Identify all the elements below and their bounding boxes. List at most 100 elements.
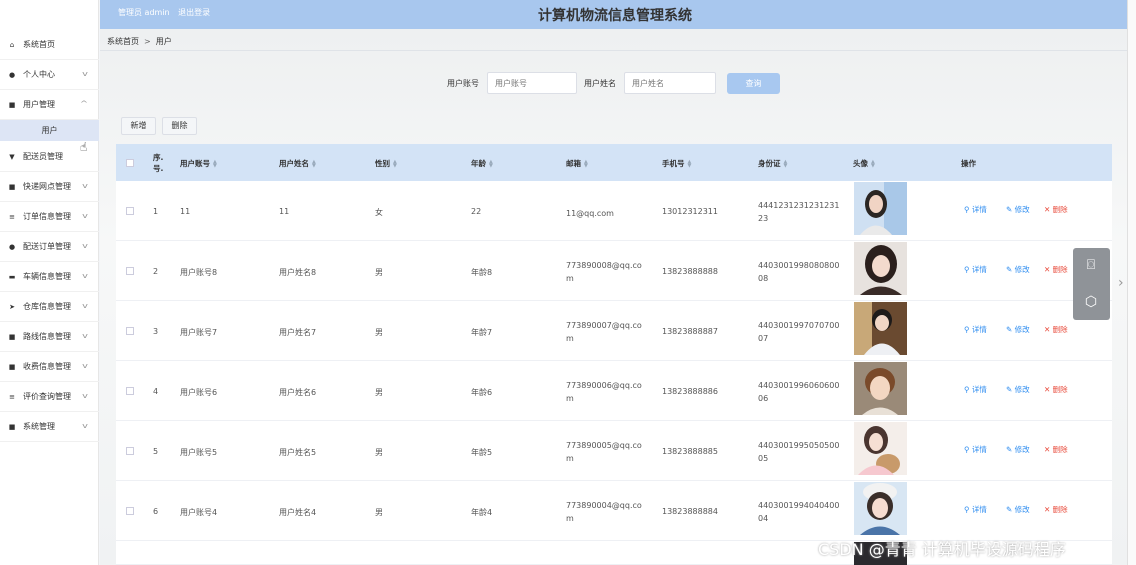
cell-age: 年龄4 xyxy=(471,508,493,517)
search-icon: ⚲ xyxy=(964,325,972,334)
detail-label: 详情 xyxy=(971,445,987,454)
delete-button[interactable]: ✕ 删除 xyxy=(1044,264,1068,275)
delete-label: 删除 xyxy=(1052,505,1068,514)
sidebar-item-vehicle[interactable]: ▬ 车辆信息管理 v xyxy=(0,262,99,292)
row-checkbox[interactable] xyxy=(126,447,134,455)
header-actions: 操作 xyxy=(961,159,976,168)
delete-button[interactable]: ✕ 删除 xyxy=(1044,324,1068,335)
breadcrumb-home[interactable]: 系统首页 xyxy=(107,37,139,46)
sidebar-item-user-mgmt[interactable]: ■ 用户管理 ^ xyxy=(0,90,99,120)
cell-account: 用户账号6 xyxy=(180,388,218,397)
sidebar-item-review[interactable]: ≡ 评价查询管理 v xyxy=(0,382,99,412)
delete-button[interactable]: ✕ 删除 xyxy=(1044,384,1068,395)
edit-button[interactable]: ✎ 修改 xyxy=(1006,504,1030,515)
detail-button[interactable]: ⚲ 详情 xyxy=(964,204,987,215)
avatar xyxy=(854,482,907,535)
detail-button[interactable]: ⚲ 详情 xyxy=(964,384,987,395)
table-row: 5 用户账号5 用户姓名5 男 年龄5 773890005@qq.co m 138… xyxy=(116,421,1112,481)
chevron-down-icon: v xyxy=(82,70,88,78)
cell-age: 年龄8 xyxy=(471,268,493,277)
sidebar-item-order[interactable]: ≡ 订单信息管理 v xyxy=(0,202,99,232)
cell-idcard: 4403001997070700 07 xyxy=(758,319,839,345)
detail-button[interactable]: ⚲ 详情 xyxy=(964,324,987,335)
scrollbar[interactable] xyxy=(1127,0,1136,565)
cell-account: 用户账号5 xyxy=(180,448,218,457)
cell-email: 773890004@qq.co m xyxy=(566,499,642,525)
header-gender[interactable]: 性别 ▲ ▼ xyxy=(375,158,397,169)
sidebar-item-warehouse[interactable]: ➤ 仓库信息管理 v xyxy=(0,292,99,322)
edit-button[interactable]: ✎ 修改 xyxy=(1006,324,1030,335)
sidebar-item-route[interactable]: ■ 路线信息管理 v xyxy=(0,322,99,352)
delete-button[interactable]: ✕ 删除 xyxy=(1044,444,1068,455)
sidebar-item-label: 系统管理 xyxy=(23,422,55,431)
sort-icon: ▲ ▼ xyxy=(871,159,875,169)
cell-name: 用户姓名5 xyxy=(279,448,317,457)
add-button[interactable]: 新增 xyxy=(121,117,156,135)
close-icon: ✕ xyxy=(1044,385,1053,394)
sidebar-item-outlet[interactable]: ■ 快递网点管理 v xyxy=(0,172,99,202)
sidebar-item-personal[interactable]: ● 个人中心 v xyxy=(0,60,99,90)
sidebar-item-delivery-order[interactable]: ● 配送订单管理 v xyxy=(0,232,99,262)
header-age[interactable]: 年龄 ▲ ▼ xyxy=(471,158,493,169)
row-checkbox[interactable] xyxy=(126,207,134,215)
sidebar-item-label: 订单信息管理 xyxy=(23,212,71,221)
edit-label: 修改 xyxy=(1014,505,1030,514)
header-email[interactable]: 邮箱 ▲ ▼ xyxy=(566,158,588,169)
select-all-checkbox[interactable] xyxy=(126,159,134,167)
table-row: 2 用户账号8 用户姓名8 男 年龄8 773890008@qq.co m 138… xyxy=(116,241,1112,301)
cell-email: 773890008@qq.co m xyxy=(566,259,642,285)
sidebar-item-system[interactable]: ■ 系统管理 v xyxy=(0,412,99,442)
edit-button[interactable]: ✎ 修改 xyxy=(1006,384,1030,395)
cell-account: 11 xyxy=(180,207,191,216)
edit-label: 修改 xyxy=(1014,265,1030,274)
camera-icon[interactable]: ⌼ xyxy=(1082,256,1100,274)
header-label: 身份证 xyxy=(758,159,781,168)
grid-icon: ■ xyxy=(8,332,16,341)
row-checkbox[interactable] xyxy=(126,327,134,335)
query-button[interactable]: 查询 xyxy=(727,73,780,94)
delete-button[interactable]: ✕ 删除 xyxy=(1044,204,1068,215)
header-idcard[interactable]: 身份证 ▲ ▼ xyxy=(758,158,787,169)
edit-button[interactable]: ✎ 修改 xyxy=(1006,264,1030,275)
logout-link[interactable]: 退出登录 xyxy=(178,8,210,17)
idcard-line2: 04 xyxy=(758,514,769,523)
header-label: 头像 xyxy=(853,159,868,168)
cell-email: 773890006@qq.co m xyxy=(566,379,642,405)
row-checkbox[interactable] xyxy=(126,507,134,515)
table-header: 序. 号. 用户账号 ▲ ▼ 用户姓名 ▲ ▼ 性别 ▲ ▼ 年龄 ▲ ▼ 邮箱 ▲ ▼ 手机号 ▲ ▼ … xyxy=(116,144,1112,181)
header-label: 用户姓名 xyxy=(279,159,309,168)
chevron-down-icon: v xyxy=(82,392,88,400)
header-phone[interactable]: 手机号 ▲ ▼ xyxy=(662,158,691,169)
detail-button[interactable]: ⚲ 详情 xyxy=(964,264,987,275)
cell-name: 用户姓名4 xyxy=(279,508,317,517)
row-checkbox[interactable] xyxy=(126,267,134,275)
edit-button[interactable]: ✎ 修改 xyxy=(1006,444,1030,455)
home-icon: ⌂ xyxy=(9,40,15,49)
name-search-input[interactable] xyxy=(624,72,716,94)
edit-button[interactable]: ✎ 修改 xyxy=(1006,204,1030,215)
chevron-right-icon[interactable]: › xyxy=(1118,275,1124,291)
header-avatar[interactable]: 头像 ▲ ▼ xyxy=(853,158,875,169)
detail-button[interactable]: ⚲ 详情 xyxy=(964,444,987,455)
header-name[interactable]: 用户姓名 ▲ ▼ xyxy=(279,158,316,169)
idcard-line2: 23 xyxy=(758,214,769,223)
row-checkbox[interactable] xyxy=(126,387,134,395)
detail-button[interactable]: ⚲ 详情 xyxy=(964,504,987,515)
account-search-input[interactable] xyxy=(487,72,577,94)
delete-button[interactable]: ✕ 删除 xyxy=(1044,504,1068,515)
table-row: 3 用户账号7 用户姓名7 男 年龄7 773890007@qq.co m 138… xyxy=(116,301,1112,361)
avatar-photo-icon xyxy=(854,182,907,235)
hexagon-icon[interactable]: ⬡ xyxy=(1082,293,1100,311)
cell-idcard: 4403001994040400 04 xyxy=(758,499,839,525)
sidebar-subitem-user[interactable]: 用户 xyxy=(0,120,99,141)
batch-delete-button[interactable]: 删除 xyxy=(162,117,197,135)
edit-icon: ✎ xyxy=(1006,505,1015,514)
sidebar-item-fee[interactable]: ■ 收费信息管理 v xyxy=(0,352,99,382)
sidebar-item-home[interactable]: ⌂ 系统首页 xyxy=(0,30,99,60)
email-line1: 773890005@qq.co xyxy=(566,441,642,450)
delete-label: 删除 xyxy=(1052,325,1068,334)
breadcrumb-separator: > xyxy=(144,37,151,46)
header-account[interactable]: 用户账号 ▲ ▼ xyxy=(180,158,217,169)
cell-email: 773890005@qq.co m xyxy=(566,439,642,465)
search-icon: ⚲ xyxy=(964,205,972,214)
